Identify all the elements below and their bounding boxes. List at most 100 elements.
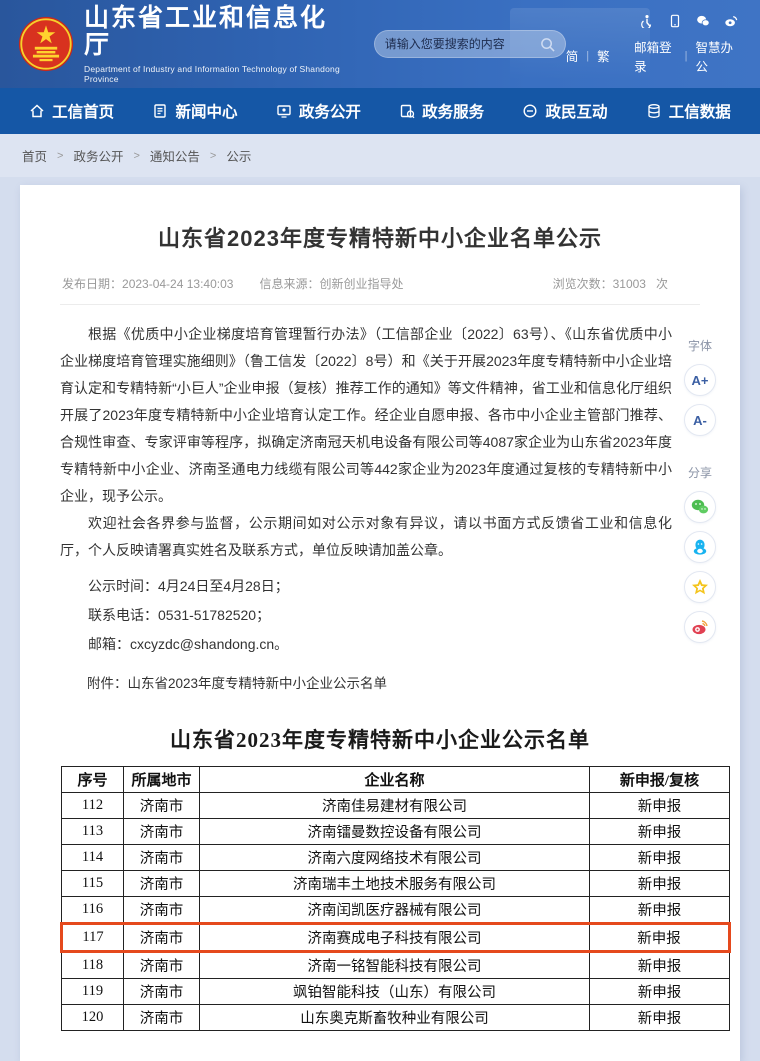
nav-item-industry-data[interactable]: 工信数据 <box>627 88 750 134</box>
contact-phone: 联系电话：0531-51782520； <box>60 601 672 630</box>
publish-date-label: 发布日期： <box>62 277 122 291</box>
article-body: 根据《优质中小企业梯度培育管理暂行办法》（工信部企业〔2022〕63号）、《山东… <box>60 321 672 698</box>
link-traditional[interactable]: 繁 <box>597 46 610 65</box>
tools-sidebar: 字体 A+ A- 分享 <box>678 335 722 643</box>
table-row: 116济南市济南闰凯医疗器械有限公司新申报 <box>62 897 730 924</box>
cell-status: 新申报 <box>590 793 730 819</box>
table-row: 115济南市济南瑞丰土地技术服务有限公司新申报 <box>62 871 730 897</box>
breadcrumb-announcement[interactable]: 公示 <box>226 146 251 165</box>
nav-item-gov-service[interactable]: 政务服务 <box>380 88 503 134</box>
search-icon[interactable] <box>540 37 555 52</box>
cell-status: 新申报 <box>590 819 730 845</box>
announcement-period: 公示时间：4月24日至4月28日； <box>60 572 672 601</box>
content-card: 山东省2023年度专精特新中小企业名单公示 发布日期：2023-04-24 13… <box>20 185 740 1061</box>
cell-no: 119 <box>62 979 124 1005</box>
cell-company: 济南一铭智能科技有限公司 <box>200 952 590 979</box>
font-increase-button[interactable]: A+ <box>684 364 716 396</box>
cell-status: 新申报 <box>590 871 730 897</box>
table-row: 113济南市济南镭曼数控设备有限公司新申报 <box>62 819 730 845</box>
share-label: 分享 <box>688 464 712 481</box>
views-label: 浏览次数： <box>553 277 613 291</box>
nav-item-public-interaction[interactable]: 政民互动 <box>503 88 626 134</box>
cell-no: 117 <box>62 924 124 952</box>
table-row: 114济南市济南六度网络技术有限公司新申报 <box>62 845 730 871</box>
share-wechat-icon[interactable] <box>684 491 716 523</box>
views-unit: 次 <box>656 277 668 291</box>
search-input[interactable] <box>385 37 540 51</box>
table-row: 112济南市济南佳易建材有限公司新申报 <box>62 793 730 819</box>
mobile-icon[interactable] <box>668 14 682 28</box>
cell-city: 济南市 <box>124 897 200 924</box>
publish-date: 2023-04-24 13:40:03 <box>122 277 233 291</box>
wechat-icon[interactable] <box>696 14 710 28</box>
service-icon <box>399 103 415 119</box>
contact-email: 邮箱：cxcyzdc@shandong.cn。 <box>60 630 672 659</box>
cell-status: 新申报 <box>590 952 730 979</box>
site-subtitle: Department of Industry and Information T… <box>84 64 346 84</box>
database-icon <box>646 103 662 119</box>
source-label: 信息来源： <box>259 277 319 291</box>
cell-status: 新申报 <box>590 1005 730 1031</box>
cell-status: 新申报 <box>590 897 730 924</box>
company-table: 序号 所属地市 企业名称 新申报/复核 112济南市济南佳易建材有限公司新申报1… <box>60 766 731 1031</box>
cell-city: 济南市 <box>124 793 200 819</box>
col-header-no: 序号 <box>62 767 124 793</box>
site-title: 山东省工业和信息化厅 <box>84 5 346 60</box>
link-simplified[interactable]: 简 <box>566 46 579 65</box>
cell-status: 新申报 <box>590 979 730 1005</box>
share-qq-icon[interactable] <box>684 531 716 563</box>
home-icon <box>29 103 45 119</box>
cell-no: 113 <box>62 819 124 845</box>
cell-city: 济南市 <box>124 924 200 952</box>
cell-company: 济南镭曼数控设备有限公司 <box>200 819 590 845</box>
accessibility-icon[interactable] <box>640 14 654 28</box>
col-header-company: 企业名称 <box>200 767 590 793</box>
font-label: 字体 <box>688 337 712 354</box>
cell-status: 新申报 <box>590 924 730 952</box>
cell-no: 120 <box>62 1005 124 1031</box>
cell-no: 118 <box>62 952 124 979</box>
share-qzone-icon[interactable] <box>684 571 716 603</box>
table-row: 119济南市飒铂智能科技（山东）有限公司新申报 <box>62 979 730 1005</box>
cell-city: 济南市 <box>124 979 200 1005</box>
breadcrumb-gov-openness[interactable]: 政务公开 <box>73 146 123 165</box>
breadcrumb: 首页 > 政务公开 > 通知公告 > 公示 <box>0 134 760 177</box>
search-box[interactable] <box>374 30 566 58</box>
col-header-city: 所属地市 <box>124 767 200 793</box>
cell-company: 济南闰凯医疗器械有限公司 <box>200 897 590 924</box>
link-smart-office[interactable]: 智慧办公 <box>695 37 738 75</box>
weibo-icon[interactable] <box>724 14 738 28</box>
cell-city: 济南市 <box>124 1005 200 1031</box>
share-weibo-icon[interactable] <box>684 611 716 643</box>
table-row: 118济南市济南一铭智能科技有限公司新申报 <box>62 952 730 979</box>
attachment-link[interactable]: 附件：山东省2023年度专精特新中小企业公示名单 <box>60 669 672 698</box>
cell-city: 济南市 <box>124 819 200 845</box>
utility-links: 简 | 繁 邮箱登录 | 智慧办公 <box>566 37 738 75</box>
nav-item-gov-openness[interactable]: 政务公开 <box>257 88 380 134</box>
source-value: 创新创业指导处 <box>319 277 403 291</box>
cell-company: 飒铂智能科技（山东）有限公司 <box>200 979 590 1005</box>
views-count: 31003 <box>613 277 646 291</box>
cell-no: 114 <box>62 845 124 871</box>
breadcrumb-notices[interactable]: 通知公告 <box>150 146 200 165</box>
font-decrease-button[interactable]: A- <box>684 404 716 436</box>
cell-city: 济南市 <box>124 871 200 897</box>
cell-status: 新申报 <box>590 845 730 871</box>
table-header-row: 序号 所属地市 企业名称 新申报/复核 <box>62 767 730 793</box>
table-row: 120济南市山东奥克斯畜牧种业有限公司新申报 <box>62 1005 730 1031</box>
table-title: 山东省2023年度专精特新中小企业公示名单 <box>60 724 700 754</box>
nav-item-news[interactable]: 新闻中心 <box>133 88 256 134</box>
site-logo[interactable]: 山东省工业和信息化厅 Department of Industry and In… <box>18 5 346 84</box>
cell-company: 济南瑞丰土地技术服务有限公司 <box>200 871 590 897</box>
cell-company: 济南佳易建材有限公司 <box>200 793 590 819</box>
breadcrumb-home[interactable]: 首页 <box>22 146 47 165</box>
cell-company: 济南六度网络技术有限公司 <box>200 845 590 871</box>
nav-item-home[interactable]: 工信首页 <box>10 88 133 134</box>
col-header-status: 新申报/复核 <box>590 767 730 793</box>
site-header: 山东省工业和信息化厅 Department of Industry and In… <box>0 0 760 88</box>
cell-company: 山东奥克斯畜牧种业有限公司 <box>200 1005 590 1031</box>
table-row-highlighted: 117济南市济南赛成电子科技有限公司新申报 <box>62 924 730 952</box>
link-mail-login[interactable]: 邮箱登录 <box>634 37 677 75</box>
cell-company: 济南赛成电子科技有限公司 <box>200 924 590 952</box>
article-meta: 发布日期：2023-04-24 13:40:03 信息来源：创新创业指导处 浏览… <box>60 275 700 305</box>
